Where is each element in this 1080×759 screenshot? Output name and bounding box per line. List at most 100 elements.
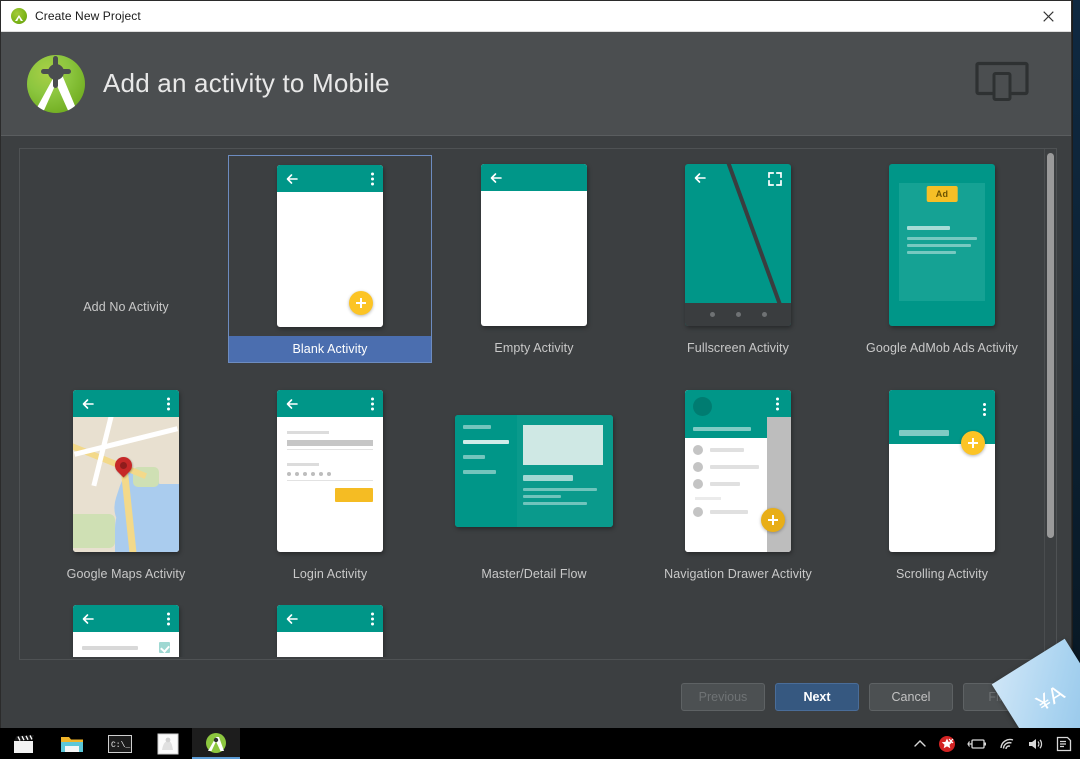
battery-icon[interactable] (967, 737, 987, 751)
list-item-label (710, 510, 748, 514)
thumbnail-scrolling-activity (841, 381, 1043, 561)
close-icon[interactable] (1025, 1, 1071, 31)
activity-card-master-detail-flow[interactable]: Master/Detail Flow (432, 381, 636, 587)
back-arrow-icon (286, 398, 298, 410)
cancel-button[interactable]: Cancel (869, 683, 953, 711)
previous-button[interactable]: Previous (681, 683, 765, 711)
list-item-icon (693, 445, 703, 455)
activity-card-scrolling-activity[interactable]: Scrolling Activity (840, 381, 1044, 587)
login-form (277, 417, 383, 481)
android-studio-taskbar-icon[interactable] (192, 728, 240, 759)
activity-card-partial-tabbed[interactable] (228, 605, 432, 659)
terminal-icon[interactable]: C:\_ (96, 728, 144, 759)
activity-label: Empty Activity (494, 341, 574, 355)
app-bar (277, 390, 383, 417)
activity-card-login-activity[interactable]: Login Activity (228, 381, 432, 587)
activity-label: Scrolling Activity (895, 567, 989, 581)
list-item (685, 472, 767, 489)
activity-card-fullscreen-activity[interactable]: Fullscreen Activity (636, 155, 840, 363)
overflow-menu-icon (371, 612, 374, 625)
app-bar (277, 605, 383, 632)
activity-label: Add No Activity (83, 300, 169, 314)
thumbnail-login-activity (229, 381, 431, 561)
fullscreen-expand-icon (768, 172, 782, 186)
setting-label (82, 645, 138, 650)
thumbnail-maps-activity (25, 381, 227, 561)
android-studio-logo (27, 54, 85, 113)
thumbnail-blank-activity (229, 156, 431, 336)
tablet-mockup (455, 415, 613, 527)
activity-card-google-maps-activity[interactable]: Google Maps Activity (24, 381, 228, 587)
master-pane (455, 415, 517, 527)
windows-taskbar: C:\_ (0, 728, 1080, 759)
file-explorer-icon[interactable] (48, 728, 96, 759)
phone-mockup (277, 390, 383, 552)
tablet-device-icon (975, 59, 1029, 108)
overflow-menu-icon (776, 397, 779, 410)
antivirus-icon[interactable] (938, 735, 956, 753)
field-underline (287, 449, 373, 450)
back-arrow-icon (286, 173, 298, 185)
content-bar (907, 226, 951, 230)
app-bar (73, 390, 179, 417)
list-item-icon (693, 479, 703, 489)
taskbar-apps: C:\_ (0, 728, 240, 759)
window-titlebar: Create New Project (1, 1, 1071, 32)
thumbnail-empty-activity (433, 155, 635, 335)
activity-card-partial-settings[interactable] (24, 605, 228, 659)
dialog-body: Add No Activity Blank Activity Empty Act… (1, 136, 1071, 670)
settings-row (73, 632, 179, 653)
list-item (685, 500, 767, 517)
activity-gallery-frame: Add No Activity Blank Activity Empty Act… (19, 148, 1057, 660)
activity-card-blank-activity[interactable]: Blank Activity (228, 155, 432, 363)
app-bar (481, 164, 587, 191)
wifi-icon[interactable] (998, 737, 1016, 751)
phone-mockup (277, 165, 383, 327)
next-button[interactable]: Next (775, 683, 859, 711)
activity-card-google-admob-ads-activity[interactable]: Ad Google AdMob Ads Activity (840, 155, 1044, 363)
overflow-menu-icon (167, 397, 170, 410)
show-hidden-icons-chevron[interactable] (913, 738, 927, 750)
thumbnail-admob-activity: Ad (841, 155, 1043, 335)
finish-button[interactable]: Finish (963, 683, 1047, 711)
content-bar (523, 475, 573, 481)
map-road (73, 426, 179, 457)
ad-badge: Ad (926, 186, 958, 202)
system-nav-bar (685, 303, 791, 326)
screen: Create New Project Add an activity to Mo… (0, 0, 1080, 759)
sign-in-button (335, 488, 373, 502)
email-field (287, 440, 373, 446)
phone-mockup (685, 164, 791, 326)
map-park (73, 514, 115, 548)
page-title: Add an activity to Mobile (103, 68, 390, 98)
image-viewer-icon[interactable] (144, 728, 192, 759)
media-player-icon[interactable] (0, 728, 48, 759)
dialog-footer: Previous Next Cancel Finish (1, 670, 1071, 736)
app-bar (277, 165, 383, 192)
gallery-scrollbar[interactable] (1044, 149, 1056, 659)
notifications-icon[interactable] (1056, 736, 1072, 752)
activity-label: Navigation Drawer Activity (664, 567, 812, 581)
activity-card-empty-activity[interactable]: Empty Activity (432, 155, 636, 363)
overflow-menu-icon (167, 612, 170, 625)
back-arrow-icon (82, 398, 94, 410)
thumbnail-master-detail-flow (433, 381, 635, 561)
scrollbar-thumb[interactable] (1047, 153, 1054, 538)
create-new-project-dialog: Create New Project Add an activity to Mo… (0, 0, 1072, 737)
dialog-header: Add an activity to Mobile (1, 32, 1071, 136)
volume-icon[interactable] (1027, 737, 1045, 751)
activity-gallery: Add No Activity Blank Activity Empty Act… (20, 149, 1044, 659)
list-item-label (710, 482, 740, 486)
activity-card-add-no-activity[interactable]: Add No Activity (24, 155, 228, 363)
activity-card-navigation-drawer-activity[interactable]: Navigation Drawer Activity (636, 381, 840, 587)
list-item-icon (693, 507, 703, 517)
thumbnail-partial-settings (25, 605, 227, 657)
phone-mockup (277, 605, 383, 657)
activity-label: Google AdMob Ads Activity (866, 341, 1018, 355)
password-field (287, 472, 373, 476)
back-arrow-icon (82, 613, 94, 625)
account-name-bar (693, 427, 751, 431)
activity-label: Fullscreen Activity (687, 341, 789, 355)
list-item (685, 438, 767, 455)
detail-image (523, 425, 603, 465)
